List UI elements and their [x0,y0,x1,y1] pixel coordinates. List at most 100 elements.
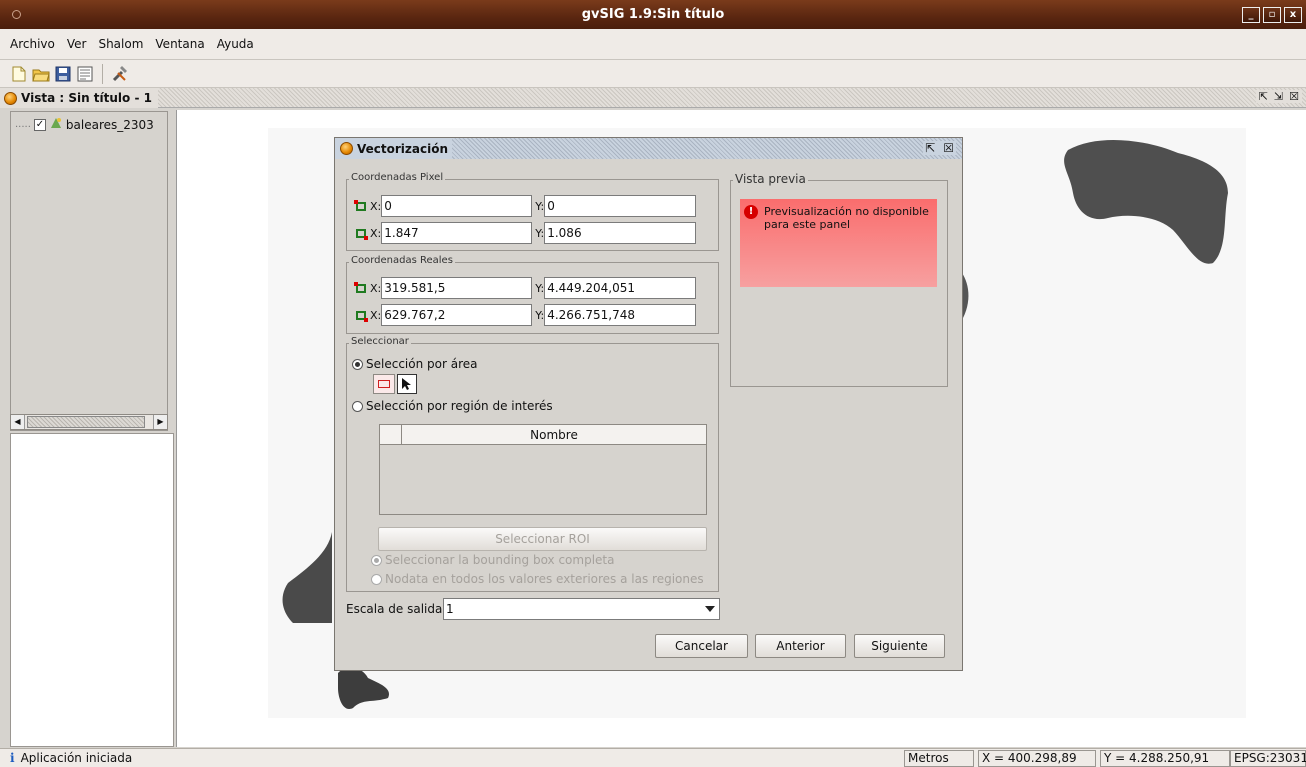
legend-panel [10,433,174,747]
cancel-button[interactable]: Cancelar [655,634,748,658]
select-by-area-radio[interactable] [352,358,363,370]
gvsig-logo-icon [340,142,353,155]
real-x2-field[interactable]: 629.767,2 [381,304,533,326]
layer-visibility-checkbox[interactable]: ✓ [33,118,46,131]
preview-legend: Vista previa [733,172,808,186]
dialog-title: Vectorización [357,141,448,156]
nodata-label: Nodata en todos los valores exteriores a… [385,572,704,586]
bbox-option[interactable]: Seleccionar la bounding box completa [371,553,614,567]
raster-layer-icon [49,116,63,133]
close-button[interactable]: x [1284,7,1302,23]
real-x1-field[interactable]: 319.581,5 [381,277,533,299]
undock-icon[interactable]: ⇱ [1259,90,1268,103]
window-controls: _ ▫ x [1242,7,1302,23]
select-by-roi-option[interactable]: Selección por región de interés [352,399,553,413]
scroll-left-arrow-icon[interactable]: ◀ [11,415,25,429]
select-by-area-label: Selección por área [366,357,478,371]
y-label: Y: [535,281,545,295]
x-label: X: [370,281,382,295]
select-roi-button[interactable]: Seleccionar ROI [378,527,707,551]
toc-horizontal-scrollbar[interactable]: ◀ ▶ [10,414,168,430]
nodata-radio[interactable] [371,573,382,585]
restore-icon[interactable]: ⇲ [1274,90,1283,103]
bbox-label: Seleccionar la bounding box completa [385,553,615,567]
info-icon: i [10,751,15,765]
nodata-option[interactable]: Nodata en todos los valores exteriores a… [371,572,704,586]
tools-icon[interactable] [111,65,129,83]
scroll-thumb[interactable] [27,416,145,428]
bottom-right-point-icon [354,308,368,322]
bbox-radio[interactable] [371,554,382,566]
view-close-icon[interactable]: ☒ [1289,90,1299,103]
scale-combobox[interactable]: 1 [443,598,720,620]
select-by-area-option[interactable]: Selección por área [352,357,477,371]
real-row-2: X: 629.767,2 Y: 4.266.751,748 [354,304,697,326]
roi-table-column-select[interactable] [380,425,402,445]
preview-message: Previsualización no disponible para este… [764,205,929,231]
properties-icon[interactable] [76,65,94,83]
maximize-button[interactable]: ▫ [1263,7,1281,23]
y-label: Y: [535,226,545,240]
menu-ventana[interactable]: Ventana [149,37,210,51]
menu-ver[interactable]: Ver [61,37,93,51]
roi-table-column-name[interactable]: Nombre [402,425,706,445]
chevron-down-icon[interactable] [705,606,715,612]
layer-name: baleares_2303 [65,117,154,132]
dialog-undock-icon[interactable]: ⇱ [925,141,935,155]
area-tools [373,374,417,394]
new-file-icon[interactable] [10,65,28,83]
real-y1-field[interactable]: 4.449.204,051 [544,277,697,299]
top-left-point-icon [354,281,368,295]
rectangle-select-icon[interactable] [373,374,395,394]
y-coordinate-field: Y = 4.288.250,91 [1100,750,1230,767]
pixel-row-2: X: 1.847 Y: 1.086 [354,222,697,244]
window-title-bar: gvSIG 1.9:Sin título _ ▫ x [0,0,1306,29]
next-button[interactable]: Siguiente [854,634,945,658]
pixel-x1-field[interactable]: 0 [381,195,533,217]
dialog-close-icon[interactable]: ☒ [943,141,954,155]
top-left-point-icon [354,199,368,213]
pointer-select-icon[interactable] [397,374,417,394]
x-coordinate-field: X = 400.298,89 [978,750,1096,767]
pixel-y1-field[interactable]: 0 [544,195,697,217]
y-label: Y: [535,199,545,213]
pixel-coordinates-legend: Coordenadas Pixel [349,172,446,183]
gvsig-logo-icon [4,91,17,105]
x-label: X: [370,308,382,322]
layer-item[interactable]: ..... ✓ baleares_2303 [15,116,154,133]
real-y2-field[interactable]: 4.266.751,748 [544,304,697,326]
roi-table[interactable]: Nombre [379,424,707,515]
window-title: gvSIG 1.9:Sin título [581,7,725,22]
select-by-roi-radio[interactable] [352,400,363,412]
pixel-y2-field[interactable]: 1.086 [544,222,697,244]
status-message-area: i Aplicación iniciada [10,751,132,765]
units-field: Metros [904,750,974,767]
select-legend: Seleccionar [349,336,411,347]
x-label: X: [370,226,382,240]
menu-archivo[interactable]: Archivo [4,37,61,51]
dialog-header[interactable]: Vectorización ⇱ ☒ [335,138,962,159]
select-by-roi-label: Selección por región de interés [366,399,553,413]
open-folder-icon[interactable] [32,65,50,83]
dialog-title-area: Vectorización [335,138,452,159]
menu-bar: Archivo Ver Shalom Ventana Ayuda [0,29,1306,60]
real-row-1: X: 319.581,5 Y: 4.449.204,051 [354,277,697,299]
minimize-button[interactable]: _ [1242,7,1260,23]
bottom-right-point-icon [354,226,368,240]
toolbar [0,60,1306,88]
view-frame-controls: ⇱ ⇲ ☒ [1255,90,1302,103]
scale-label: Escala de salida [346,602,443,616]
menu-ayuda[interactable]: Ayuda [211,37,260,51]
save-icon[interactable] [54,65,72,83]
error-icon: ! [744,205,758,219]
x-label: X: [370,199,382,213]
roi-table-header: Nombre [380,425,706,445]
menu-shalom[interactable]: Shalom [92,37,149,51]
pixel-x2-field[interactable]: 1.847 [381,222,533,244]
window-menu-icon[interactable] [12,10,21,19]
toolbar-separator [102,63,103,84]
epsg-field: EPSG:23031 [1230,750,1306,767]
preview-error-box: ! Previsualización no disponible para es… [740,199,937,287]
previous-button[interactable]: Anterior [755,634,846,658]
scroll-right-arrow-icon[interactable]: ▶ [153,415,167,429]
